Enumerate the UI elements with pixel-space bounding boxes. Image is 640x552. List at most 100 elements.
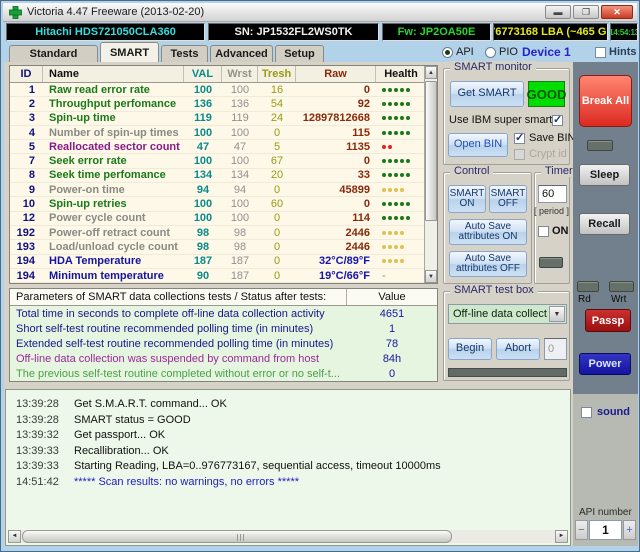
close-icon[interactable]: ✕ — [601, 5, 633, 19]
params-row[interactable]: The previous self-test routine completed… — [10, 367, 437, 382]
api-number-value[interactable]: 1 — [589, 520, 622, 540]
tab-setup[interactable]: Setup — [275, 45, 324, 62]
cell-health — [376, 244, 426, 249]
table-row[interactable]: 193 Load/unload cycle count 98 98 0 2446 — [10, 240, 437, 255]
tab-standard[interactable]: Standard — [9, 45, 98, 62]
health-dot — [388, 144, 392, 149]
hints-checkbox[interactable]: Hints — [595, 46, 637, 58]
break-all-button[interactable]: Break All — [579, 75, 632, 127]
get-smart-button[interactable]: Get SMART — [450, 81, 524, 107]
api-number-decrement[interactable]: − — [575, 520, 588, 540]
autosave-on-button[interactable]: Auto Save attributes ON — [449, 219, 527, 245]
save-bin-checkbox[interactable] — [514, 131, 525, 144]
health-dot — [382, 187, 386, 192]
health-dot — [400, 130, 404, 135]
log-scrollbar[interactable]: ◄ ► — [8, 530, 568, 543]
cell-id: 3 — [28, 112, 35, 125]
recall-button[interactable]: Recall — [579, 213, 630, 235]
table-row[interactable]: 10 Spin-up retries 100 100 60 0 — [10, 197, 437, 212]
table-row[interactable]: 3 Spin-up time 119 119 24 12897812668 — [10, 112, 437, 126]
cell-val: 94 — [196, 183, 210, 196]
smart-on-button[interactable]: SMART ON — [448, 185, 486, 213]
power-button[interactable]: Power — [579, 353, 631, 375]
params-row[interactable]: Short self-test routine recommended poll… — [10, 321, 437, 336]
health-dot — [382, 173, 386, 178]
radio-pio[interactable]: PIO — [485, 46, 518, 58]
log-scroll-thumb[interactable] — [22, 530, 452, 543]
cell-name: Seek error rate — [49, 155, 127, 168]
control-title: Control — [450, 165, 494, 177]
radio-api[interactable]: API — [442, 46, 474, 58]
health-dot — [394, 173, 398, 178]
params-row[interactable]: Off-line data collection was suspended b… — [10, 352, 437, 367]
table-row[interactable]: 194 Minimum temperature 90 187 0 19°C/66°F - — [10, 269, 437, 284]
timer-period-input[interactable]: 60 — [538, 185, 567, 203]
table-row[interactable]: 12 Power cycle count 100 100 0 114 — [10, 212, 437, 226]
begin-button[interactable]: Begin — [448, 338, 492, 360]
smart-test-box-group: SMART test box Off-line data collect ▼ B… — [443, 284, 570, 381]
table-row[interactable]: 7 Seek error rate 100 100 67 0 — [10, 154, 437, 169]
open-bin-button[interactable]: Open BIN — [448, 133, 508, 157]
health-dot — [394, 259, 398, 264]
scroll-up-icon[interactable]: ▲ — [425, 66, 437, 79]
cell-health — [376, 259, 426, 264]
sleep-button[interactable]: Sleep — [579, 164, 630, 186]
cell-raw: 45899 — [339, 183, 370, 196]
api-number-increment[interactable]: + — [623, 520, 636, 540]
health-dot — [388, 230, 392, 235]
scroll-right-icon[interactable]: ► — [555, 530, 568, 543]
table-row[interactable]: 194 HDA Temperature 187 187 0 32°C/89°F — [10, 255, 437, 269]
table-row[interactable]: 8 Seek time perfomance 134 134 20 33 — [10, 169, 437, 184]
passp-button[interactable]: Passp — [585, 309, 631, 332]
ibm-smart-checkbox[interactable] — [552, 113, 563, 126]
cell-id: 10 — [22, 198, 35, 211]
sound-checkbox-icon[interactable] — [581, 406, 592, 418]
chevron-down-icon[interactable]: ▼ — [549, 306, 565, 322]
table-scrollbar[interactable]: ▲ ▼ — [424, 66, 437, 283]
hints-checkbox-icon[interactable] — [595, 46, 606, 58]
table-row[interactable]: 5 Reallocated sector count 47 47 5 1135 — [10, 140, 437, 155]
param-value: 0 — [388, 368, 396, 381]
cell-val: 100 — [193, 155, 213, 168]
crypt-checkbox[interactable] — [514, 149, 525, 160]
api-radio-icon[interactable] — [442, 46, 453, 58]
cell-wrst: 134 — [230, 169, 250, 182]
sound-checkbox-row[interactable]: sound — [581, 406, 630, 418]
table-row[interactable]: 2 Throughput perfomance 136 136 54 92 — [10, 97, 437, 112]
minimize-icon[interactable]: ▬ — [545, 5, 571, 19]
log-line: 14:51:42 ***** Scan results: no warnings,… — [6, 476, 570, 492]
save-bin-label: Save BIN — [529, 132, 576, 144]
test-type-dropdown[interactable]: Off-line data collect ▼ — [448, 304, 567, 324]
param-text: Short self-test routine recommended poll… — [16, 322, 314, 335]
log-time: 13:39:28 — [16, 413, 59, 426]
scroll-down-icon[interactable]: ▼ — [425, 270, 437, 283]
autosave-off-button[interactable]: Auto Save attributes OFF — [449, 251, 527, 277]
title-bar[interactable]: Victoria 4.47 Freeware (2013-02-20) ▬ ❐ … — [3, 3, 637, 22]
log-message: SMART status = GOOD — [74, 413, 191, 426]
params-header-label: Parameters of SMART data collections tes… — [10, 289, 347, 305]
table-row[interactable]: 9 Power-on time 94 94 0 45899 — [10, 183, 437, 198]
timer-on-checkbox[interactable] — [538, 226, 549, 237]
cell-wrst: 100 — [230, 155, 250, 168]
table-row[interactable]: 1 Raw read error rate 100 100 16 0 — [10, 83, 437, 98]
params-row[interactable]: Extended self-test routine recommended p… — [10, 336, 437, 351]
tab-smart[interactable]: SMART — [100, 42, 159, 62]
scroll-thumb[interactable] — [425, 81, 437, 221]
smart-status-badge: GOOD — [527, 81, 566, 107]
cell-wrst: 119 — [231, 112, 249, 125]
smart-off-button[interactable]: SMART OFF — [489, 185, 527, 213]
tab-tests[interactable]: Tests — [161, 45, 208, 62]
table-row[interactable]: 192 Power-off retract count 98 98 0 2446 — [10, 226, 437, 241]
params-row[interactable]: Total time in seconds to complete off-li… — [10, 306, 437, 321]
scroll-left-icon[interactable]: ◄ — [8, 530, 21, 543]
cell-tresh: 0 — [273, 240, 281, 253]
table-row[interactable]: 4 Number of spin-up times 100 100 0 115 — [10, 126, 437, 141]
test-counter-field[interactable]: 0 — [544, 338, 567, 360]
param-text: The previous self-test routine completed… — [16, 368, 341, 381]
pio-radio-icon[interactable] — [485, 46, 496, 58]
health-dot — [388, 101, 392, 106]
period-label: [ period ] — [534, 206, 570, 216]
tab-advanced[interactable]: Advanced — [210, 45, 273, 62]
maximize-icon[interactable]: ❐ — [573, 5, 599, 19]
abort-button[interactable]: Abort — [496, 338, 540, 360]
